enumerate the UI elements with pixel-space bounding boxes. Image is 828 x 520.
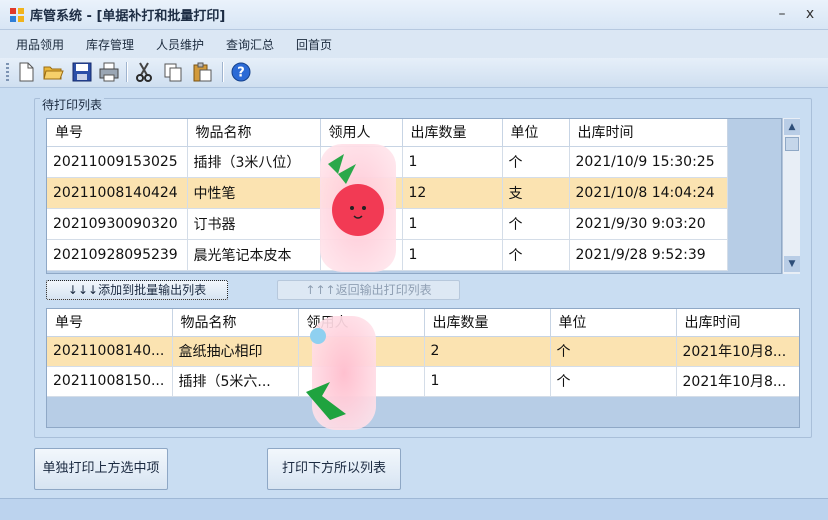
- cell-id[interactable]: 20210928095239: [47, 239, 188, 271]
- toolbar-grip[interactable]: [6, 63, 9, 83]
- cell-unit[interactable]: 个: [502, 208, 570, 240]
- cell-item[interactable]: 盒纸抽心相印: [172, 336, 299, 367]
- cell-time[interactable]: 2021/9/28 9:52:39: [569, 239, 728, 271]
- column-header-item[interactable]: 物品名称: [187, 119, 321, 147]
- table-row[interactable]: 20210930090320 订书器 1 个 2021/9/30 9:03:20: [47, 208, 728, 240]
- menu-item-inventory[interactable]: 库存管理: [86, 36, 134, 53]
- table-row-selected[interactable]: 20211008140... 盒纸抽心相印 2 个 2021年10月8...: [47, 336, 799, 367]
- scroll-down-button[interactable]: ▼: [784, 256, 800, 272]
- toolbar-separator: [126, 62, 127, 82]
- menu-item-personnel[interactable]: 人员维护: [156, 36, 204, 53]
- cell-id[interactable]: 20211008150...: [47, 366, 173, 397]
- table-row[interactable]: 20210928095239 晨光笔记本皮本 1 个 2021/9/28 9:5…: [47, 239, 728, 271]
- window-title: 库管系统 - [单据补打和批量打印]: [30, 9, 226, 24]
- cell-id[interactable]: 20210930090320: [47, 208, 188, 240]
- table-row[interactable]: 20211008150... 插排（5米六... 1 个 2021年10月8..…: [47, 366, 799, 397]
- cell-person[interactable]: [320, 239, 403, 271]
- column-header-id[interactable]: 单号: [47, 119, 188, 147]
- cell-time[interactable]: 2021/10/9 15:30:25: [569, 146, 728, 178]
- paste-icon[interactable]: [191, 61, 213, 83]
- cell-person[interactable]: [320, 146, 403, 178]
- column-header-item[interactable]: 物品名称: [172, 309, 299, 337]
- batch-output-grid[interactable]: 单号 物品名称 领用人 出库数量 单位 出库时间 20211008140... …: [46, 308, 800, 428]
- cell-time[interactable]: 2021/10/8 14:04:24: [569, 177, 728, 209]
- menu-item-supplies-request[interactable]: 用品领用: [16, 36, 64, 53]
- cell-id[interactable]: 20211008140...: [47, 336, 173, 367]
- app-icon: [10, 8, 24, 22]
- cell-item[interactable]: 订书器: [187, 208, 321, 240]
- cell-item[interactable]: 晨光笔记本皮本: [187, 239, 321, 271]
- cell-unit[interactable]: 个: [502, 239, 570, 271]
- svg-text:?: ?: [237, 66, 245, 81]
- cell-id[interactable]: 20211008140424: [47, 177, 188, 209]
- cell-qty[interactable]: 1: [402, 208, 503, 240]
- menu-bar: 用品领用 库存管理 人员维护 查询汇总 回首页: [0, 30, 828, 58]
- title-bar: 库管系统 - [单据补打和批量打印] – x: [0, 0, 828, 30]
- cell-item[interactable]: 中性笔: [187, 177, 321, 209]
- help-icon[interactable]: ?: [230, 61, 252, 83]
- scroll-up-button[interactable]: ▲: [784, 119, 800, 135]
- toolbar: ?: [0, 58, 828, 88]
- grid-header-row: 单号 物品名称 领用人 出库数量 单位 出库时间: [47, 309, 799, 337]
- cell-id[interactable]: 20211009153025: [47, 146, 188, 178]
- vertical-scrollbar[interactable]: ▲ ▼: [782, 118, 800, 274]
- column-header-unit[interactable]: 单位: [550, 309, 677, 337]
- toolbar-separator: [222, 62, 223, 82]
- group-title: 待打印列表: [40, 96, 105, 113]
- save-icon[interactable]: [71, 61, 93, 83]
- grid-header-row: 单号 物品名称 领用人 出库数量 单位 出库时间: [47, 119, 728, 147]
- cell-person[interactable]: [298, 366, 425, 397]
- cell-qty[interactable]: 1: [402, 239, 503, 271]
- copy-icon[interactable]: [162, 61, 184, 83]
- print-selected-button[interactable]: 单独打印上方选中项: [34, 448, 168, 490]
- cell-unit[interactable]: 个: [550, 366, 677, 397]
- cell-time[interactable]: 2021/9/30 9:03:20: [569, 208, 728, 240]
- column-header-unit[interactable]: 单位: [502, 119, 570, 147]
- status-bar: [0, 498, 828, 520]
- minimize-button[interactable]: –: [772, 6, 792, 22]
- cell-time[interactable]: 2021年10月8...: [676, 366, 799, 397]
- column-header-id[interactable]: 单号: [47, 309, 173, 337]
- open-icon[interactable]: [42, 61, 64, 83]
- cell-qty[interactable]: 2: [424, 336, 551, 367]
- close-button[interactable]: x: [800, 6, 820, 22]
- column-header-qty[interactable]: 出库数量: [424, 309, 551, 337]
- print-icon[interactable]: [98, 61, 120, 83]
- cut-icon[interactable]: [133, 61, 155, 83]
- column-header-time[interactable]: 出库时间: [569, 119, 728, 147]
- column-header-qty[interactable]: 出库数量: [402, 119, 503, 147]
- table-row-selected[interactable]: 20211008140424 中性笔 12 支 2021/10/8 14:04:…: [47, 177, 728, 209]
- new-icon[interactable]: [15, 61, 37, 83]
- cell-item[interactable]: 插排（3米八位）: [187, 146, 321, 178]
- menu-item-query-summary[interactable]: 查询汇总: [226, 36, 274, 53]
- cell-unit[interactable]: 个: [502, 146, 570, 178]
- cell-time[interactable]: 2021年10月8...: [676, 336, 799, 367]
- print-all-button[interactable]: 打印下方所以列表: [267, 448, 401, 490]
- cell-person[interactable]: [320, 208, 403, 240]
- cell-unit[interactable]: 个: [550, 336, 677, 367]
- add-to-batch-button[interactable]: ↓↓↓添加到批量输出列表: [46, 280, 228, 300]
- column-header-person[interactable]: 领用人: [320, 119, 403, 147]
- cell-qty[interactable]: 12: [402, 177, 503, 209]
- cell-unit[interactable]: 支: [502, 177, 570, 209]
- return-to-print-list-button[interactable]: ↑↑↑返回输出打印列表: [277, 280, 460, 300]
- scroll-thumb[interactable]: [785, 137, 799, 151]
- table-row[interactable]: 20211009153025 插排（3米八位） 1 个 2021/10/9 15…: [47, 146, 728, 178]
- cell-person[interactable]: [298, 336, 425, 367]
- column-header-person[interactable]: 领用人: [298, 309, 425, 337]
- cell-person[interactable]: [320, 177, 403, 209]
- cell-qty[interactable]: 1: [402, 146, 503, 178]
- cell-qty[interactable]: 1: [424, 366, 551, 397]
- pending-print-grid[interactable]: 单号 物品名称 领用人 出库数量 单位 出库时间 20211009153025 …: [46, 118, 782, 274]
- column-header-time[interactable]: 出库时间: [676, 309, 799, 337]
- cell-item[interactable]: 插排（5米六...: [172, 366, 299, 397]
- menu-item-home[interactable]: 回首页: [296, 36, 332, 53]
